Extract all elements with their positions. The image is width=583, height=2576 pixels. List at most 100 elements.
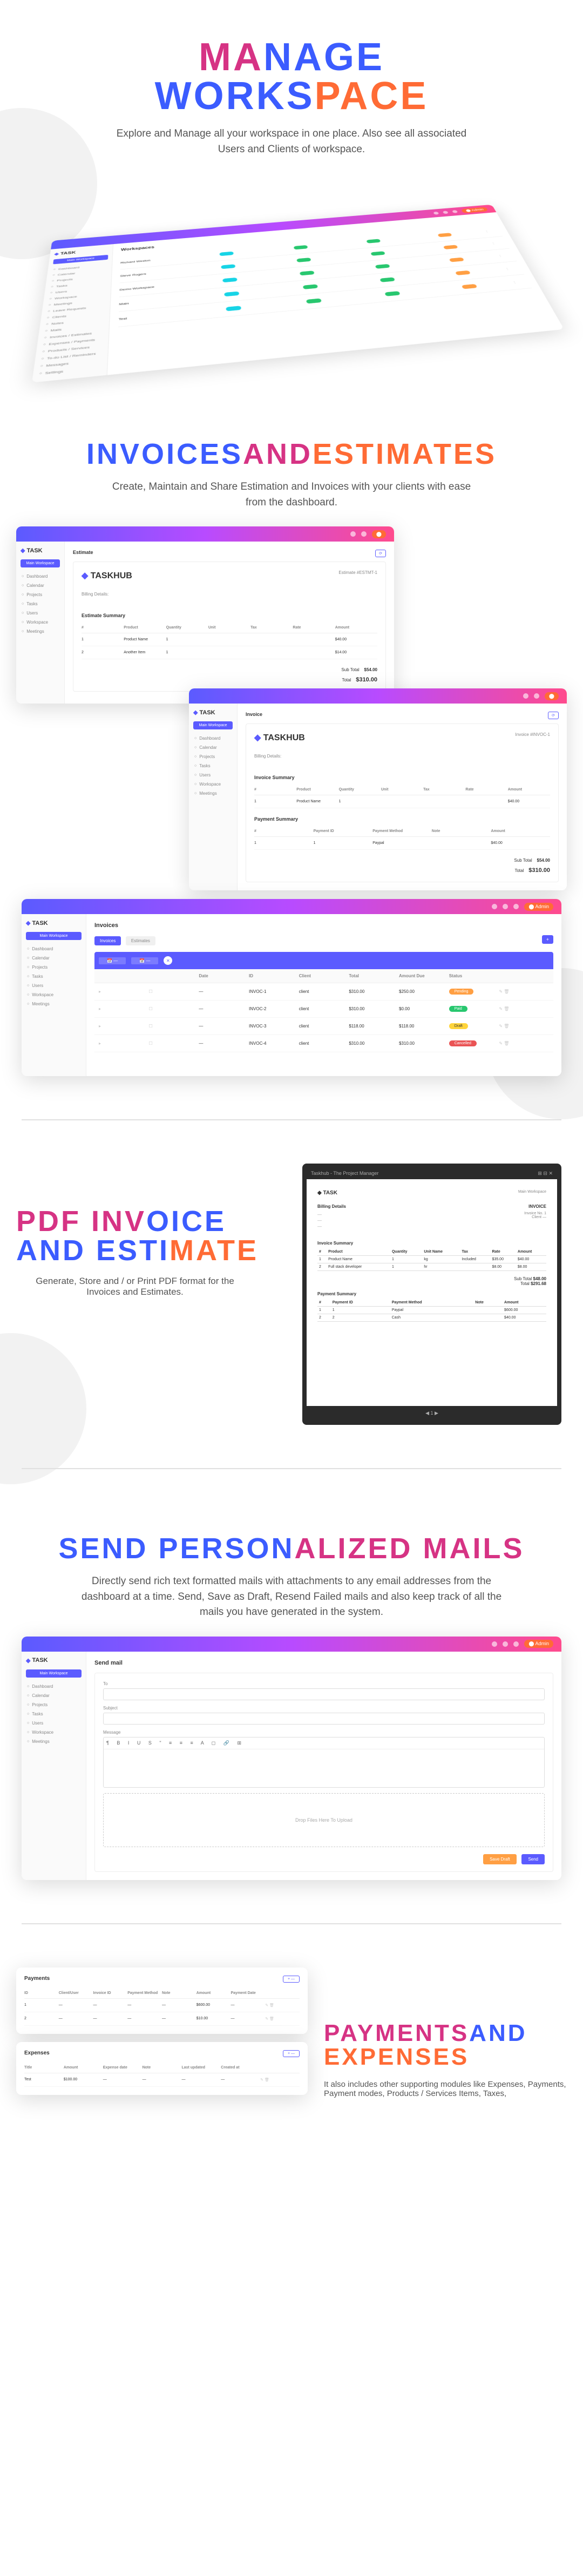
table-row[interactable]: 11Paypal$40.00: [254, 837, 550, 850]
pdf-payment-table: #Payment IDPayment MethodNoteAmount11Pay…: [317, 1299, 546, 1322]
panel-title: Expenses: [24, 2050, 50, 2057]
estimate-id: Estimate #ESTMT-1: [338, 570, 377, 581]
section4-desc: Directly send rich text formatted mails …: [70, 1574, 513, 1620]
sidebar: TASK Main Workspace DashboardCalendarPro…: [16, 542, 65, 704]
sidebar-item[interactable]: Meetings: [21, 627, 60, 636]
topbar-icon: [443, 211, 449, 214]
add-expense-button[interactable]: + —: [283, 2050, 300, 2057]
sidebar-item[interactable]: Calendar: [26, 1691, 82, 1700]
section3-title: PDF INVOICE AND ESTIMATE: [16, 1207, 281, 1265]
pdf-pager[interactable]: ◀ 1 ▶: [307, 1406, 557, 1421]
section3-desc: Generate, Store and / or Print PDF forma…: [32, 1276, 238, 1297]
table-row[interactable]: ▸☐—INVOC-3client$118.00$118.00Draft✎ 🗑: [94, 1018, 553, 1035]
message-editor[interactable]: ¶ B I U S " ≡ ≡ ≡ A ◻ 🔗 ⊞: [103, 1737, 545, 1788]
table-row[interactable]: 2Another Item1$14.00: [82, 646, 377, 659]
table-row[interactable]: ▸☐—INVOC-4client$310.00$310.00Cancelled✎…: [94, 1035, 553, 1052]
table-row[interactable]: 1————$600.00—✎ 🗑: [24, 1999, 300, 2012]
table-row[interactable]: Test$100.00————✎ 🗑: [24, 2073, 300, 2087]
mock-topbar: ⬤: [16, 526, 394, 542]
sidebar-item[interactable]: Dashboard: [26, 944, 82, 954]
sidebar-item[interactable]: Projects: [193, 752, 233, 761]
panel-title: Payments: [24, 1976, 50, 1983]
mail-mock: ⬤ Admin TASK Main Workspace DashboardCal…: [22, 1637, 561, 1880]
table-row[interactable]: 2————$10.00—✎ 🗑: [24, 2012, 300, 2026]
sidebar: TASK Main Workspace DashboardCalendarPro…: [32, 244, 113, 383]
sidebar-item[interactable]: Users: [21, 608, 60, 618]
mock-topbar: ⬤: [189, 688, 567, 704]
sidebar-item[interactable]: Calendar: [193, 743, 233, 752]
sidebar-item[interactable]: Tasks: [26, 1709, 82, 1719]
date-filter[interactable]: 📅 —: [131, 957, 158, 964]
topbar-icon: [452, 210, 458, 213]
payments-mock: Payments + — IDClient/UserInvoice IDPaym…: [16, 1968, 308, 2034]
section2-desc: Create, Maintain and Share Estimation an…: [103, 479, 480, 510]
sidebar-item[interactable]: Calendar: [21, 581, 60, 590]
date-filter[interactable]: 📅 —: [99, 957, 126, 964]
panel-title: Invoices: [94, 922, 553, 929]
mock-topbar: ⬤ Admin: [22, 899, 561, 914]
table-row[interactable]: ▸☐—INVOC-1client$310.00$250.00Pending✎ 🗑: [94, 983, 553, 1000]
section2-title: INVOICES AND ESTIMATES: [16, 440, 567, 469]
section5-desc: It also includes other supporting module…: [324, 2080, 567, 2098]
sidebar-item[interactable]: Tasks: [21, 599, 60, 608]
section1-desc: Explore and Manage all your workspace in…: [103, 126, 480, 157]
panel-title: Send mail: [94, 1660, 553, 1666]
save-draft-button[interactable]: Save Draft: [483, 1854, 517, 1864]
sidebar-item[interactable]: Workspace: [26, 990, 82, 999]
send-button[interactable]: Send: [521, 1854, 545, 1864]
clear-icon[interactable]: ✕: [164, 956, 172, 965]
mail-panel: Send mail To Subject Message ¶ B I U S "…: [86, 1652, 561, 1880]
action-button[interactable]: ⟳: [548, 712, 559, 719]
sidebar-item[interactable]: Workspace: [26, 1728, 82, 1737]
sidebar-item[interactable]: Workspace: [193, 780, 233, 789]
decorative-circle: [0, 108, 97, 259]
pdf-controls[interactable]: ⊞ ⊟ ✕: [538, 1171, 553, 1177]
tab-invoices[interactable]: Invoices: [94, 936, 121, 945]
sidebar-item[interactable]: Workspace: [21, 618, 60, 627]
user-chip[interactable]: ⬤ Admin: [461, 207, 488, 213]
sidebar-item[interactable]: Tasks: [193, 761, 233, 770]
invoice-panel: Invoice ⟳ ◆ TASKHUB Invoice #INVOC-1 Bil…: [238, 704, 567, 890]
sidebar: TASK Main Workspace DashboardCalendarPro…: [22, 1652, 86, 1880]
sidebar-item[interactable]: Users: [26, 981, 82, 990]
invoices-list-panel: Invoices Invoices Estimates + 📅 — 📅 — ✕ …: [86, 914, 561, 1076]
sidebar-item[interactable]: Meetings: [26, 999, 82, 1009]
tab-estimates[interactable]: Estimates: [126, 936, 155, 945]
estimate-mock: ⬤ TASK Main Workspace DashboardCalendarP…: [16, 526, 394, 704]
file-dropzone[interactable]: Drop Files Here To Upload: [103, 1793, 545, 1847]
sidebar-item[interactable]: Users: [193, 770, 233, 780]
expenses-mock: Expenses + — TitleAmountExpense dateNote…: [16, 2042, 308, 2095]
sidebar-item[interactable]: Meetings: [26, 1737, 82, 1746]
subject-input[interactable]: [103, 1713, 545, 1725]
panel-title: Invoice: [246, 712, 262, 719]
add-button[interactable]: +: [542, 935, 553, 944]
brand-logo: ◆ TASKHUB: [254, 732, 305, 743]
sidebar-item[interactable]: Dashboard: [193, 734, 233, 743]
to-input[interactable]: [103, 1688, 545, 1700]
estimate-panel: Estimate ⟳ ◆ TASKHUB Estimate #ESTMT-1 B…: [65, 542, 394, 704]
sidebar: TASK Main Workspace DashboardCalendarPro…: [22, 914, 86, 1076]
sidebar-item[interactable]: Dashboard: [21, 572, 60, 581]
sidebar-item[interactable]: Meetings: [193, 789, 233, 798]
decorative-circle: [0, 1333, 86, 1484]
action-button[interactable]: ⟳: [375, 550, 386, 557]
workspace-mock: ⬤ Admin TASK Main Workspace DashboardCal…: [32, 205, 564, 383]
pdf-invoice-table: #ProductQuantityUnit NameTaxRateAmount1P…: [317, 1248, 546, 1271]
editor-toolbar[interactable]: ¶ B I U S " ≡ ≡ ≡ A ◻ 🔗 ⊞: [104, 1737, 544, 1749]
sidebar-item[interactable]: Users: [26, 1719, 82, 1728]
divider: [22, 1468, 561, 1469]
invoice-list-mock: ⬤ Admin TASK Main Workspace DashboardCal…: [22, 899, 561, 1076]
sidebar-item[interactable]: Tasks: [26, 972, 82, 981]
sidebar-item[interactable]: Projects: [26, 1700, 82, 1709]
filter-bar: 📅 — 📅 — ✕: [94, 952, 553, 969]
sidebar-item[interactable]: Projects: [26, 963, 82, 972]
table-row[interactable]: 1Product Name1$40.00: [254, 795, 550, 808]
sidebar-item[interactable]: Calendar: [26, 954, 82, 963]
sidebar-item[interactable]: Dashboard: [26, 1682, 82, 1691]
table-row[interactable]: 1Product Name1$40.00: [82, 633, 377, 646]
section4-title: SEND PERSONALIZED MAILS: [16, 1534, 567, 1563]
add-payment-button[interactable]: + —: [283, 1976, 300, 1983]
pdf-title: Taskhub - The Project Manager: [311, 1171, 378, 1177]
sidebar-item[interactable]: Projects: [21, 590, 60, 599]
table-row[interactable]: ▸☐—INVOC-2client$310.00$0.00Paid✎ 🗑: [94, 1000, 553, 1018]
